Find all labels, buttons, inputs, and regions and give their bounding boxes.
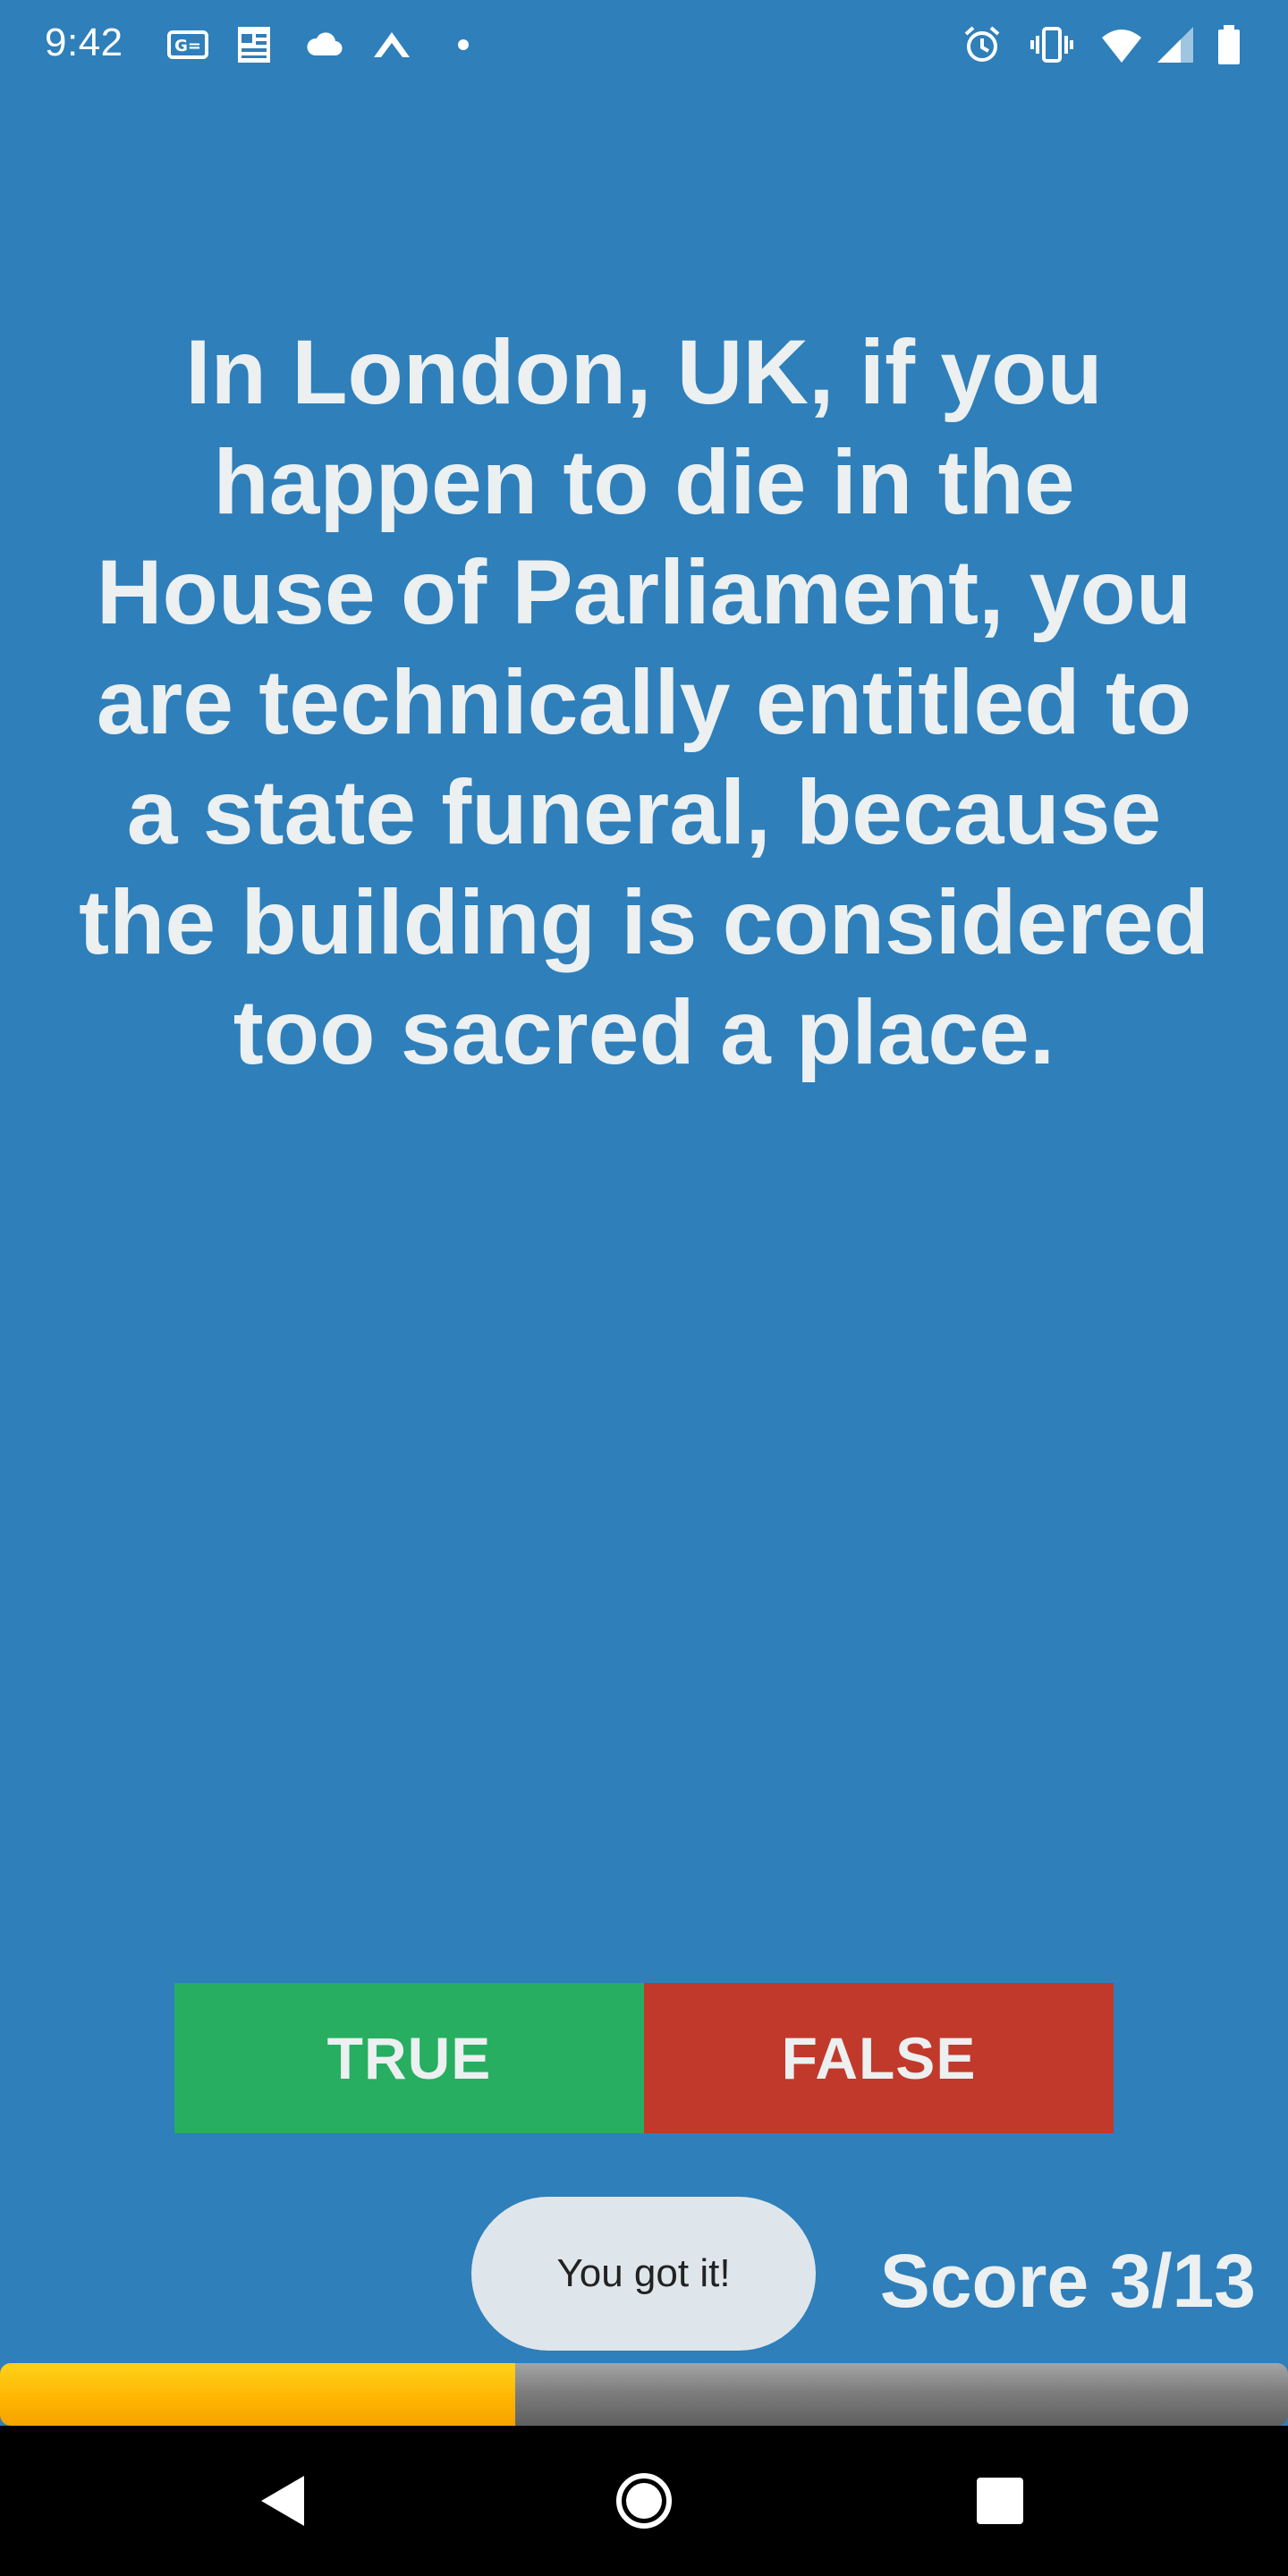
gallery-icon — [233, 23, 275, 66]
status-bar: 9:42 G= — [0, 0, 1288, 89]
home-icon[interactable] — [608, 2465, 680, 2537]
arrow-up-icon — [370, 23, 413, 66]
wifi-icon — [1100, 23, 1143, 66]
progress-fill — [0, 2363, 515, 2426]
back-icon[interactable] — [249, 2465, 320, 2537]
quiz-screen: 9:42 G= In London, UK, if you happen to … — [0, 0, 1288, 2576]
news-icon: G= — [166, 23, 209, 66]
question-text: In London, UK, if you happen to die in t… — [79, 321, 1209, 1083]
cloud-icon — [302, 23, 345, 66]
cell-signal-icon — [1154, 23, 1197, 66]
progress-bar — [0, 2363, 1288, 2426]
score-label: Score 3/13 — [879, 2239, 1256, 2323]
vibrate-icon — [1030, 23, 1073, 66]
recents-icon[interactable] — [964, 2465, 1036, 2537]
dot-icon — [442, 23, 485, 66]
battery-icon — [1208, 23, 1250, 66]
navigation-bar — [0, 2426, 1288, 2576]
status-time: 9:42 — [45, 21, 123, 64]
alarm-icon — [961, 23, 1004, 66]
svg-text:G=: G= — [174, 37, 201, 55]
feedback-toast: You got it! — [471, 2197, 816, 2351]
false-button[interactable]: FALSE — [644, 1983, 1114, 2133]
answer-buttons: TRUE FALSE — [174, 1983, 1114, 2133]
true-button[interactable]: TRUE — [174, 1983, 644, 2133]
